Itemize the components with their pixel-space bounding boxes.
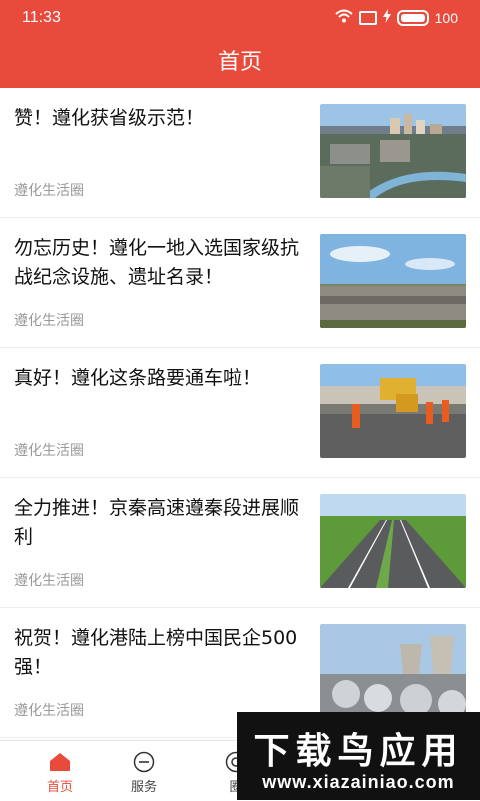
article-source: 遵化生活圈 xyxy=(14,183,84,199)
battery-level: 100 xyxy=(434,9,458,26)
article-item[interactable]: 赞！遵化获省级示范！ 遵化生活圈 xyxy=(0,88,480,218)
status-icons: 100 xyxy=(334,9,458,26)
article-thumbnail[interactable] xyxy=(320,234,466,328)
article-source: 遵化生活圈 xyxy=(14,313,84,329)
article-thumbnail[interactable] xyxy=(320,364,466,458)
battery-icon xyxy=(396,9,429,26)
article-item[interactable]: 勿忘历史！遵化一地入选国家级抗战纪念设施、遗址名录！ 遵化生活圈 xyxy=(0,218,480,348)
page-title: 首页 xyxy=(217,50,262,75)
status-time: 11:33 xyxy=(22,9,61,26)
article-thumbnail[interactable] xyxy=(320,624,466,718)
minus-circle-icon xyxy=(133,751,155,773)
home-icon xyxy=(49,751,71,773)
article-item[interactable]: 真好！遵化这条路要通车啦！ 遵化生活圈 xyxy=(0,348,480,478)
article-source: 遵化生活圈 xyxy=(14,443,84,459)
article-thumbnail[interactable] xyxy=(320,104,466,198)
watermark-url: www.xiazainiao.com xyxy=(262,772,455,792)
article-title: 勿忘历史！遵化一地入选国家级抗战纪念设施、遗址名录！ xyxy=(14,237,300,288)
watermark-title: 下载鸟应用 xyxy=(253,731,464,772)
sim-icon xyxy=(358,10,377,25)
article-item[interactable]: 全力推进！京秦高速遵秦段进展顺利 遵化生活圈 xyxy=(0,478,480,608)
article-title: 祝贺！遵化港陆上榜中国民企500强！ xyxy=(14,627,298,678)
article-source: 遵化生活圈 xyxy=(14,573,84,589)
article-title: 真好！遵化这条路要通车啦！ xyxy=(14,367,262,389)
article-title: 全力推进！京秦高速遵秦段进展顺利 xyxy=(14,497,300,548)
watermark: 下载鸟应用 www.xiazainiao.com xyxy=(237,712,480,800)
article-list: 赞！遵化获省级示范！ 遵化生活圈 勿忘历史！遵化一地入选国家级抗战纪念设施、遗址… xyxy=(0,88,480,738)
charging-icon xyxy=(382,9,391,26)
app-bar: 首页 xyxy=(0,38,480,88)
status-bar: 11:33 100 xyxy=(0,0,480,38)
wifi-icon xyxy=(334,9,353,26)
article-title: 赞！遵化获省级示范！ xyxy=(14,107,205,129)
article-thumbnail[interactable] xyxy=(320,494,466,588)
article-source: 遵化生活圈 xyxy=(14,703,84,719)
